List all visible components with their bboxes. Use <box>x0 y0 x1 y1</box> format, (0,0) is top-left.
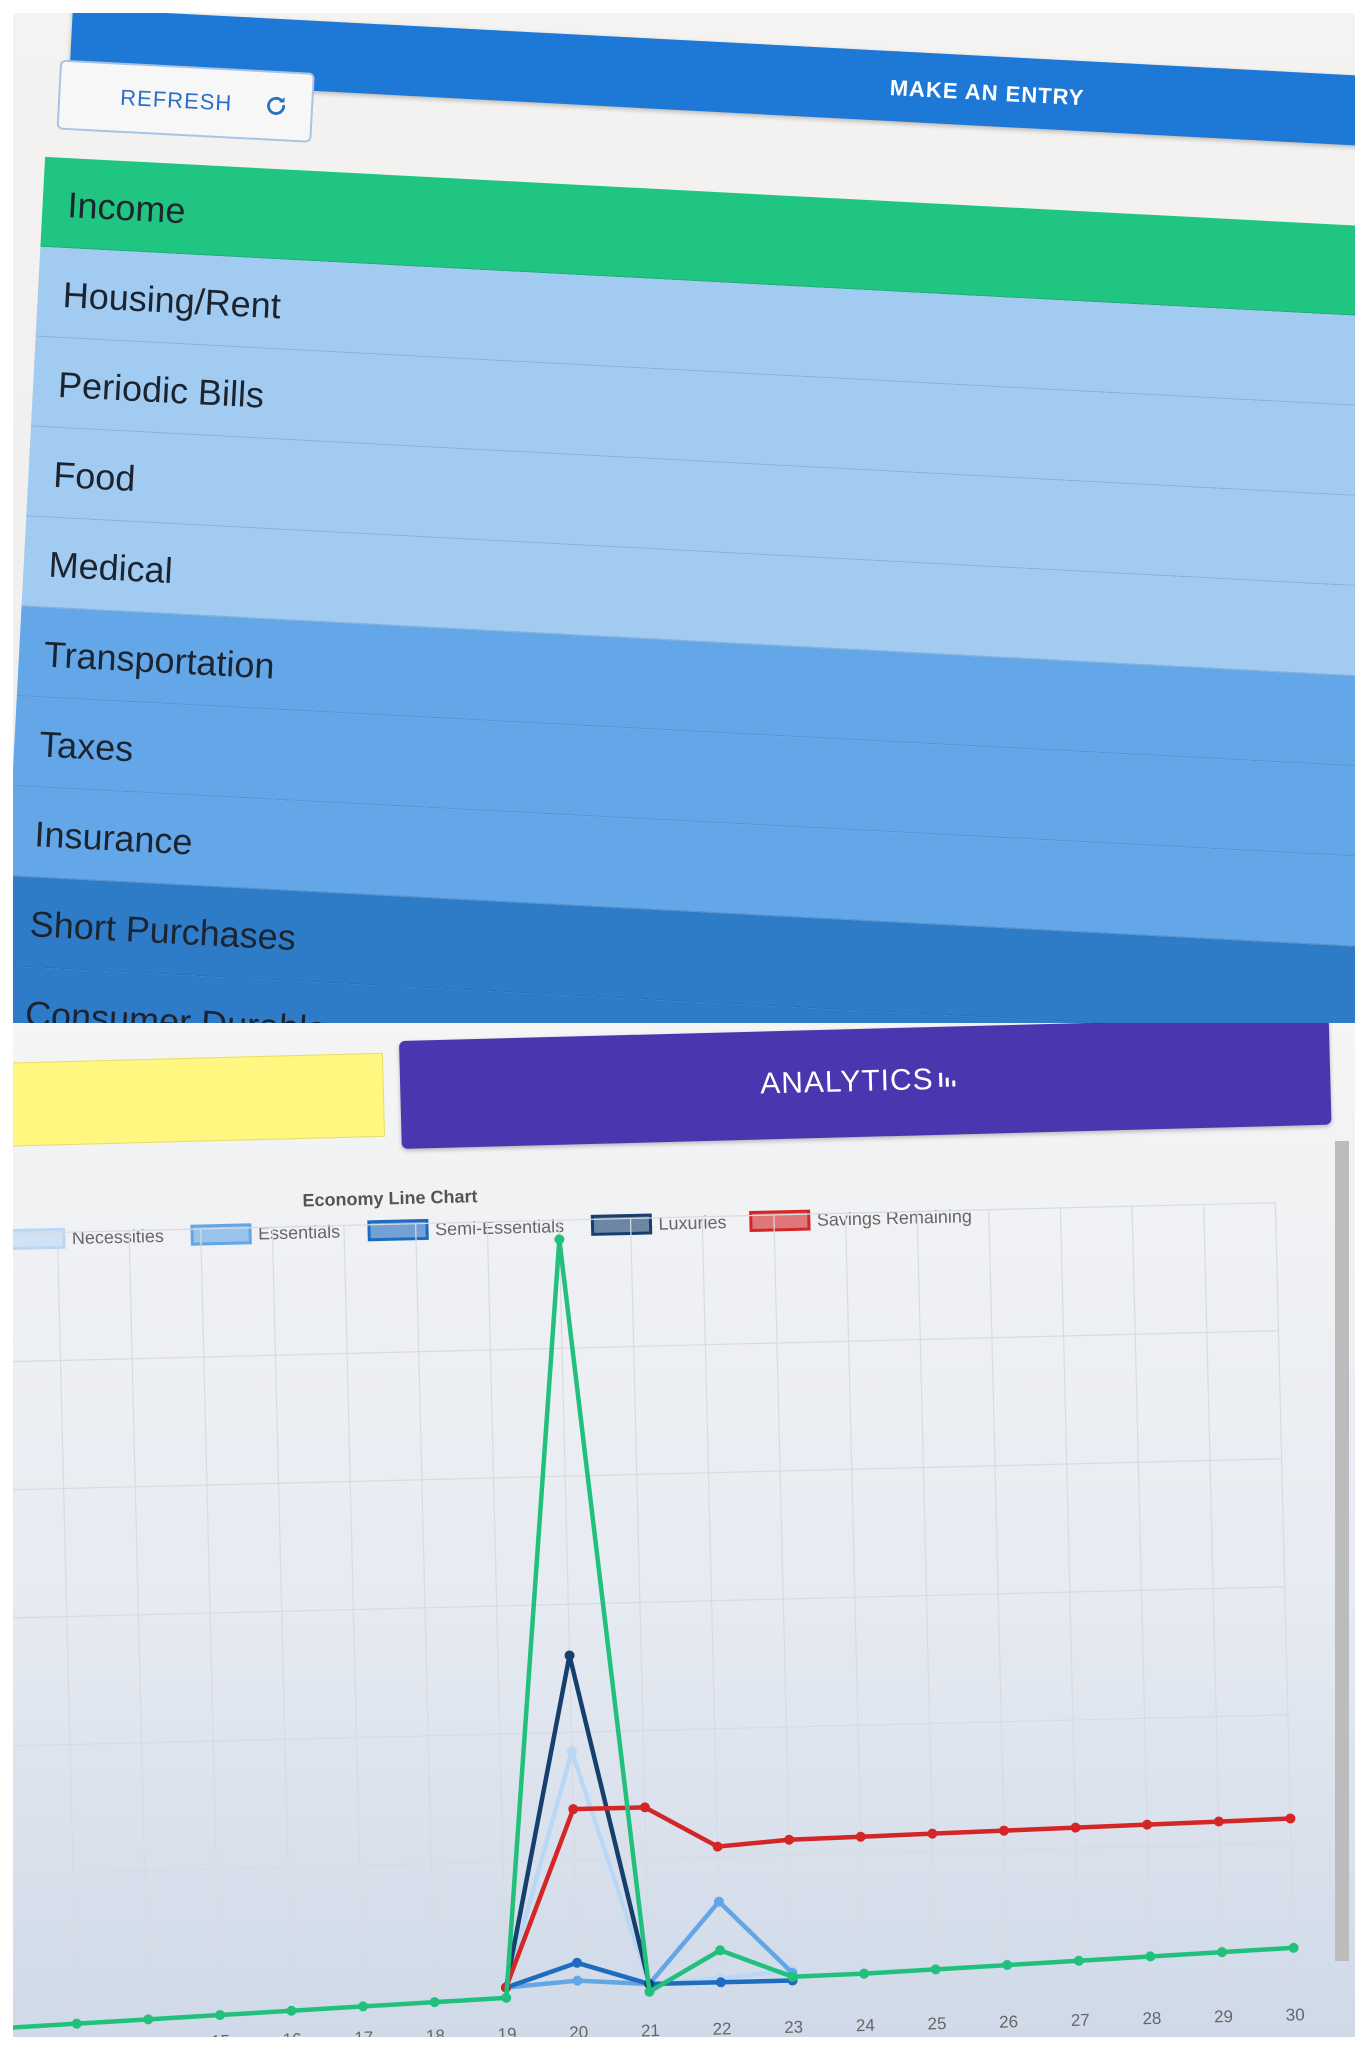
grid-line-horizontal <box>13 1714 1288 1747</box>
data-point <box>927 1828 938 1839</box>
x-tick-label: 17 <box>354 2028 373 2037</box>
category-label: Food <box>52 453 137 500</box>
grid-line-vertical <box>988 1209 1009 2004</box>
grid-line-vertical <box>701 1216 723 2011</box>
grid-line-horizontal <box>13 1842 1292 1875</box>
data-point <box>1285 1813 1296 1824</box>
category-label: Periodic Bills <box>57 363 266 416</box>
data-point <box>71 2018 82 2029</box>
category-label: Taxes <box>38 723 135 770</box>
x-tick-label: 26 <box>999 2012 1018 2031</box>
grid-line-vertical <box>629 1218 651 2013</box>
data-point <box>429 1997 440 2008</box>
grid-line-vertical <box>1059 1207 1081 2002</box>
grid-line-horizontal <box>13 1458 1282 1491</box>
legend-label: Luxuries <box>658 1212 727 1234</box>
economy-line-chart: Economy Line Chart Necessities Essentials S… <box>13 1186 1305 2037</box>
data-point <box>1213 1816 1224 1827</box>
legend-label: Essentials <box>258 1222 341 1244</box>
category-label: Housing/Rent <box>61 274 282 327</box>
grid-line-vertical <box>486 1221 508 2016</box>
category-label: Consumer Durables <box>24 993 347 1023</box>
grid-line-vertical <box>1131 1206 1153 2000</box>
grid-line-vertical <box>128 1230 150 2025</box>
grid-line-vertical <box>558 1220 579 2014</box>
grid-line-vertical <box>916 1211 938 2006</box>
refresh-label: REFRESH <box>119 84 233 116</box>
legend-label: Savings Remaining <box>817 1206 973 1230</box>
data-point <box>1002 1960 1013 1971</box>
legend-label: Semi-Essentials <box>435 1216 564 1239</box>
x-tick-label: 25 <box>927 2014 946 2033</box>
grid-line-vertical <box>844 1213 866 2007</box>
x-tick-label: 29 <box>1214 2007 1233 2026</box>
chart-title: Economy Line Chart <box>302 1186 477 1210</box>
refresh-icon <box>267 96 286 115</box>
x-tick-label: 15 <box>211 2031 230 2037</box>
data-point <box>1145 1951 1156 1962</box>
grid-line-vertical <box>343 1225 364 2020</box>
data-point <box>358 2001 369 2012</box>
data-point <box>214 2010 225 2021</box>
category-label: Medical <box>47 543 174 592</box>
grid-line-vertical <box>1203 1204 1224 1999</box>
grid-line-vertical <box>773 1214 794 2009</box>
category-label: Transportation <box>43 633 276 687</box>
data-point <box>1073 1955 1084 1966</box>
top-screen-photo: MAKE AN ENTRY REFRESH Income Housing/Rent… <box>13 13 1355 1023</box>
data-point <box>1070 1822 1081 1833</box>
data-point <box>501 1992 512 2003</box>
grid-line-vertical <box>415 1223 436 2018</box>
x-tick-label: 24 <box>856 2016 875 2035</box>
grid-line-vertical <box>200 1228 221 2023</box>
x-tick-label: 22 <box>712 2019 731 2037</box>
category-list: Income Housing/Rent Periodic Bills Food Medi… <box>13 156 1355 1023</box>
category-label: Insurance <box>33 813 194 863</box>
series-line <box>503 1805 1291 1989</box>
data-point <box>143 2014 154 2025</box>
data-point <box>564 1650 575 1661</box>
x-tick-label: 19 <box>497 2024 516 2037</box>
bottom-screen-photo: ANALYTICS Economy Line Chart Necessities E… <box>13 1023 1355 2037</box>
data-point <box>855 1831 866 1842</box>
grid-line-vertical <box>1274 1202 1296 1997</box>
grid-line-vertical <box>271 1227 293 2021</box>
refresh-button[interactable]: REFRESH <box>56 59 315 143</box>
make-an-entry-label: MAKE AN ENTRY <box>889 75 1085 111</box>
legend-label: Necessities <box>72 1226 164 1248</box>
data-point <box>286 2005 297 2016</box>
data-point <box>1288 1942 1299 1953</box>
budget-category-page: MAKE AN ENTRY REFRESH Income Housing/Rent… <box>13 13 1355 1023</box>
data-point <box>566 1746 577 1757</box>
x-tick-label: 23 <box>784 2017 803 2036</box>
grid-line-horizontal <box>13 1586 1285 1619</box>
x-tick-label: 28 <box>1142 2009 1161 2028</box>
grid-line-vertical <box>56 1232 78 2027</box>
x-tick-label: 18 <box>426 2026 445 2037</box>
data-point <box>572 1975 583 1986</box>
x-tick-label: 20 <box>569 2023 588 2037</box>
x-tick-label: 21 <box>641 2021 660 2037</box>
category-label: Short Purchases <box>28 903 297 959</box>
data-point <box>930 1964 941 1975</box>
data-point <box>998 1825 1009 1836</box>
data-point <box>859 1968 870 1979</box>
category-label: Income <box>66 184 187 232</box>
data-point <box>1142 1819 1153 1830</box>
data-point <box>1216 1947 1227 1958</box>
x-tick-label: 27 <box>1071 2010 1090 2029</box>
x-tick-label: 30 <box>1286 2005 1305 2024</box>
x-tick-label: 16 <box>282 2030 301 2037</box>
series-line <box>13 1239 1294 2031</box>
data-point <box>784 1834 795 1845</box>
